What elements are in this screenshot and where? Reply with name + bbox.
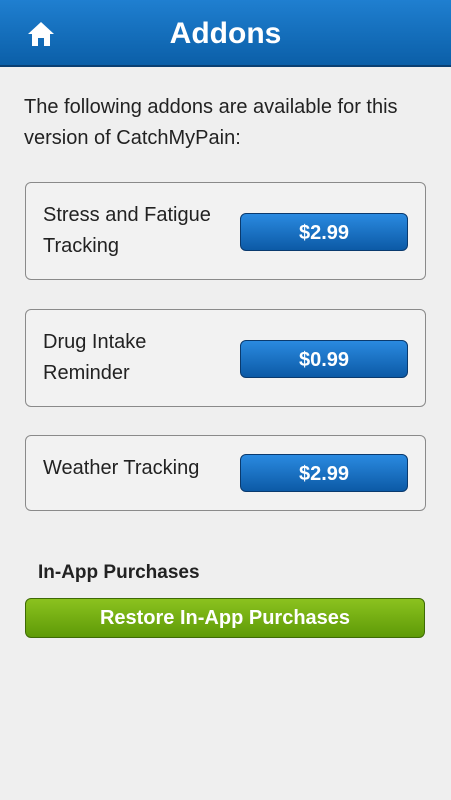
addon-card-stress: Stress and Fatigue Tracking $2.99 [25, 182, 426, 280]
intro-text: The following addons are available for t… [24, 96, 398, 149]
addon-name: Weather Tracking [43, 457, 200, 479]
page-title: Addons [169, 17, 282, 50]
addon-name: Stress and Fatigue Tracking [43, 204, 211, 257]
buy-button-drug[interactable]: $0.99 [240, 340, 408, 378]
restore-purchases-button[interactable]: Restore In-App Purchases [25, 598, 425, 638]
addon-card-drug: Drug Intake Reminder $0.99 [25, 309, 426, 407]
buy-button-stress[interactable]: $2.99 [240, 213, 408, 251]
addon-name: Drug Intake Reminder [43, 331, 147, 384]
addon-card-weather: Weather Tracking $2.99 [25, 435, 426, 511]
buy-button-weather[interactable]: $2.99 [240, 454, 408, 492]
in-app-section-title: In-App Purchases [38, 562, 200, 583]
top-nav-bar: Addons [0, 0, 451, 67]
